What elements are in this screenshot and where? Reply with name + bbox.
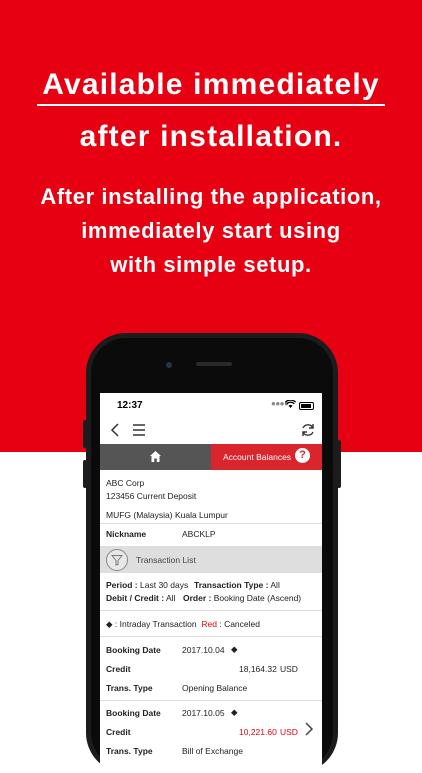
period-value: Last 30 days [140,580,189,590]
refresh-icon[interactable] [300,422,316,438]
period-label: Period : [106,580,138,590]
chevron-right-icon[interactable] [304,722,314,736]
booking-date-label: Booking Date [106,645,161,655]
filter-order: Order : Booking Date (Ascend) [183,593,301,603]
dc-value: All [166,593,176,603]
filter-debit-credit: Debit / Credit : All [106,593,175,603]
intraday-marker-icon: ◆ [231,707,238,717]
help-button[interactable]: ? [295,448,310,463]
divider [100,636,322,637]
promo-headline-line1: Available immediately [42,68,380,101]
menu-icon[interactable] [131,423,147,437]
divider [100,523,322,524]
headline-underline [37,104,385,106]
amount: 10,221.60 [239,727,277,737]
tab-bar: Account Balances ? [100,444,322,470]
divider [100,700,322,701]
filter-icon [111,555,123,566]
status-time: 12:37 [117,400,143,411]
intraday-marker-icon: ◆ [231,644,238,654]
home-icon [150,451,161,462]
status-bar: 12:37 ●●●● [100,393,322,415]
nav-bar [100,417,322,443]
tab-account-balances-label: Account Balances [223,452,292,462]
legend-canceled: : Canceled [219,619,260,629]
amount: 18,164.32 [239,664,277,674]
type-value: All [270,580,280,590]
booking-date: 2017.10.04 [182,645,225,655]
account-bank: MUFG (Malaysia) Kuala Lumpur [106,510,228,520]
promo-headline-line2: after installation. [79,120,343,153]
currency: USD [280,664,298,674]
camera-icon [166,362,172,368]
debit-credit: Credit [106,664,131,674]
currency: USD [280,727,298,737]
legend-intraday: ◆ : Intraday Transaction [106,619,197,629]
filter-period: Period : Last 30 days [106,580,188,590]
tab-home[interactable] [100,444,211,470]
nickname-label: Nickname [106,529,147,539]
wifi-icon [284,399,297,411]
app-screen: 12:37 ●●●● Account Balances ? ABC Corp 1… [100,393,322,773]
debit-credit: Credit [106,727,131,737]
battery-icon [299,402,314,410]
divider [100,610,322,611]
legend: ◆ : Intraday Transaction Red : Canceled [106,619,260,630]
trans-type-label: Trans. Type [106,683,153,693]
trans-type-label: Trans. Type [106,746,153,756]
order-value: Booking Date (Ascend) [213,593,302,603]
transaction-list-title: Transaction List [136,555,196,565]
speaker-grille [196,362,232,366]
trans-type: Opening Balance [182,683,248,693]
order-label: Order : [183,593,212,603]
dc-label: Debit / Credit : [106,593,165,603]
nickname-value: ABCKLP [182,529,216,539]
promo-subtitle: After installing the application, immedi… [0,180,422,282]
tab-account-balances[interactable]: Account Balances ? [211,444,322,470]
legend-red: Red [201,619,217,629]
promo-subtitle-line3: with simple setup. [110,252,312,277]
filter-type: Transaction Type : All [194,580,280,590]
back-arrow-icon[interactable] [108,422,124,438]
trans-type: Bill of Exchange [182,746,243,756]
type-label: Transaction Type : [194,580,269,590]
account-company: ABC Corp [106,478,145,488]
booking-date-label: Booking Date [106,708,161,718]
transaction-list-header[interactable]: Transaction List [100,546,322,573]
promo-subtitle-line2: immediately start using [81,218,341,243]
booking-date: 2017.10.05 [182,708,225,718]
filter-button[interactable] [106,549,128,571]
promo-subtitle-line1: After installing the application, [40,184,382,209]
account-number: 123456 Current Deposit [106,491,197,501]
